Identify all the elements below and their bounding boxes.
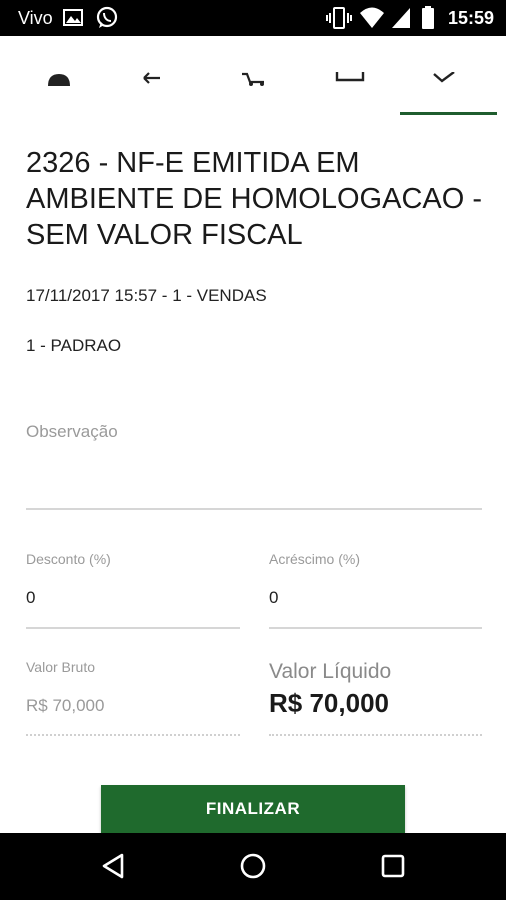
home-circle-icon: [240, 853, 266, 879]
finalizar-button[interactable]: FINALIZAR: [101, 785, 405, 833]
signal-icon: [392, 8, 410, 28]
image-icon: [63, 9, 83, 26]
document-datetime-line: 17/11/2017 15:57 - 1 - VENDAS: [26, 286, 267, 305]
acrescimo-underline: [269, 627, 482, 629]
clock: 15:59: [447, 8, 494, 28]
back-triangle-icon: [102, 853, 124, 879]
nav-home-button[interactable]: [213, 833, 293, 900]
recents-square-icon: [381, 854, 405, 878]
desconto-label: Desconto (%): [26, 551, 111, 567]
nav-back-button[interactable]: [74, 833, 154, 900]
back-arrow-icon[interactable]: [140, 72, 164, 86]
battery-icon: [422, 6, 434, 29]
document-title: 2326 - NF-E EMITIDA EM AMBIENTE DE HOMOL…: [26, 147, 482, 251]
valor-liquido-label: Valor Líquido: [269, 660, 392, 683]
whatsapp-icon: [96, 6, 118, 28]
wifi-icon: [360, 7, 384, 28]
vibrate-icon: [326, 7, 352, 29]
user-icon[interactable]: [44, 72, 74, 86]
status-bar: Vivo 15:59: [0, 0, 506, 36]
navigation-bar: [0, 833, 506, 900]
check-icon[interactable]: [430, 72, 458, 86]
acrescimo-label: Acréscimo (%): [269, 551, 361, 567]
price-table-line: 1 - PADRAO: [26, 336, 122, 355]
valor-liquido-underline: [269, 734, 482, 736]
desconto-input[interactable]: 0: [26, 588, 35, 608]
desconto-underline: [26, 627, 240, 629]
carrier-name: Vivo: [18, 8, 53, 28]
tab-active-indicator: [400, 112, 497, 115]
valor-bruto-value: R$ 70,000: [26, 696, 105, 715]
acrescimo-input[interactable]: 0: [269, 588, 278, 608]
observacao-label: Observação: [26, 422, 118, 441]
tab-bar: [0, 36, 506, 115]
valor-bruto-underline: [26, 734, 240, 736]
folder-icon[interactable]: [334, 72, 366, 86]
nav-recents-button[interactable]: [353, 833, 433, 900]
valor-bruto-label: Valor Bruto: [26, 659, 95, 675]
cart-icon[interactable]: [240, 72, 268, 86]
observacao-underline: [26, 508, 482, 510]
valor-liquido-value: R$ 70,000: [269, 688, 389, 718]
